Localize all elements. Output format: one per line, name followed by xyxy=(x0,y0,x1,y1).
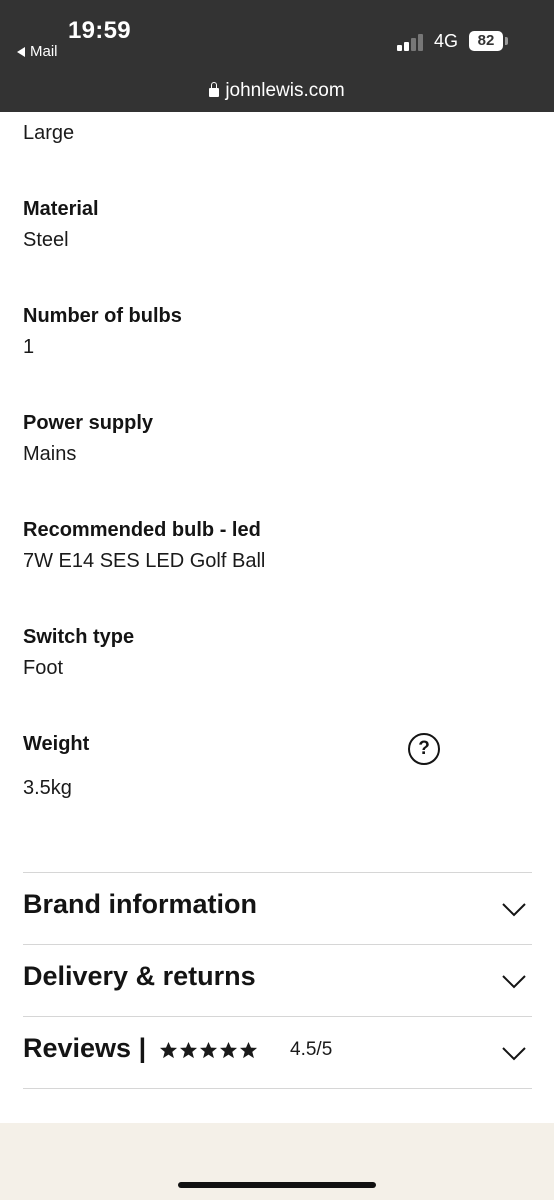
status-bar: 19:59 Mail 4G 82 johnlewis.com xyxy=(0,0,554,112)
star-icon xyxy=(219,1041,238,1059)
star-rating xyxy=(159,1041,258,1060)
power-supply-label: Power supply xyxy=(23,412,154,434)
divider xyxy=(23,1016,532,1017)
chevron-down-icon xyxy=(502,903,526,917)
battery-icon: 82 xyxy=(469,31,503,51)
switch-type-label: Switch type xyxy=(23,626,135,648)
divider xyxy=(23,1088,532,1089)
star-icon xyxy=(199,1041,218,1059)
chevron-down-icon xyxy=(502,1047,526,1061)
power-supply-value: Mains xyxy=(23,443,77,465)
brand-information-title: Brand information xyxy=(23,889,257,919)
question-circle-icon[interactable]: ? xyxy=(408,733,440,765)
battery-tip xyxy=(505,37,508,45)
star-icon xyxy=(159,1041,178,1059)
back-to-mail-button[interactable]: Mail xyxy=(17,43,58,60)
material-value: Steel xyxy=(23,229,69,251)
home-indicator[interactable] xyxy=(178,1182,376,1188)
rating-text: 4.5/5 xyxy=(290,1039,333,1060)
footer-band xyxy=(0,1123,554,1200)
size-value: Large xyxy=(23,122,75,144)
divider xyxy=(23,872,532,873)
reviews-title: Reviews | xyxy=(23,1033,147,1063)
back-label: Mail xyxy=(30,43,58,60)
star-icon xyxy=(179,1041,198,1059)
recommended-bulb-value: 7W E14 SES LED Golf Ball xyxy=(23,550,266,572)
weight-label: Weight xyxy=(23,733,90,755)
recommended-bulb-label: Recommended bulb - led xyxy=(23,519,261,541)
status-time: 19:59 xyxy=(68,17,131,44)
back-arrow-icon xyxy=(17,46,25,57)
number-of-bulbs-value: 1 xyxy=(23,336,35,358)
material-label: Material xyxy=(23,198,99,220)
weight-value: 3.5kg xyxy=(23,777,72,799)
star-icon xyxy=(239,1041,258,1059)
delivery-returns-title: Delivery & returns xyxy=(23,961,256,991)
network-type: 4G xyxy=(434,31,459,51)
lock-icon xyxy=(209,82,220,97)
switch-type-value: Foot xyxy=(23,657,64,679)
chevron-down-icon xyxy=(502,975,526,989)
number-of-bulbs-label: Number of bulbs xyxy=(23,305,182,327)
cellular-signal-icon xyxy=(397,33,429,51)
divider xyxy=(23,944,532,945)
address-bar[interactable]: johnlewis.com xyxy=(0,80,554,102)
url-text: johnlewis.com xyxy=(225,80,345,101)
